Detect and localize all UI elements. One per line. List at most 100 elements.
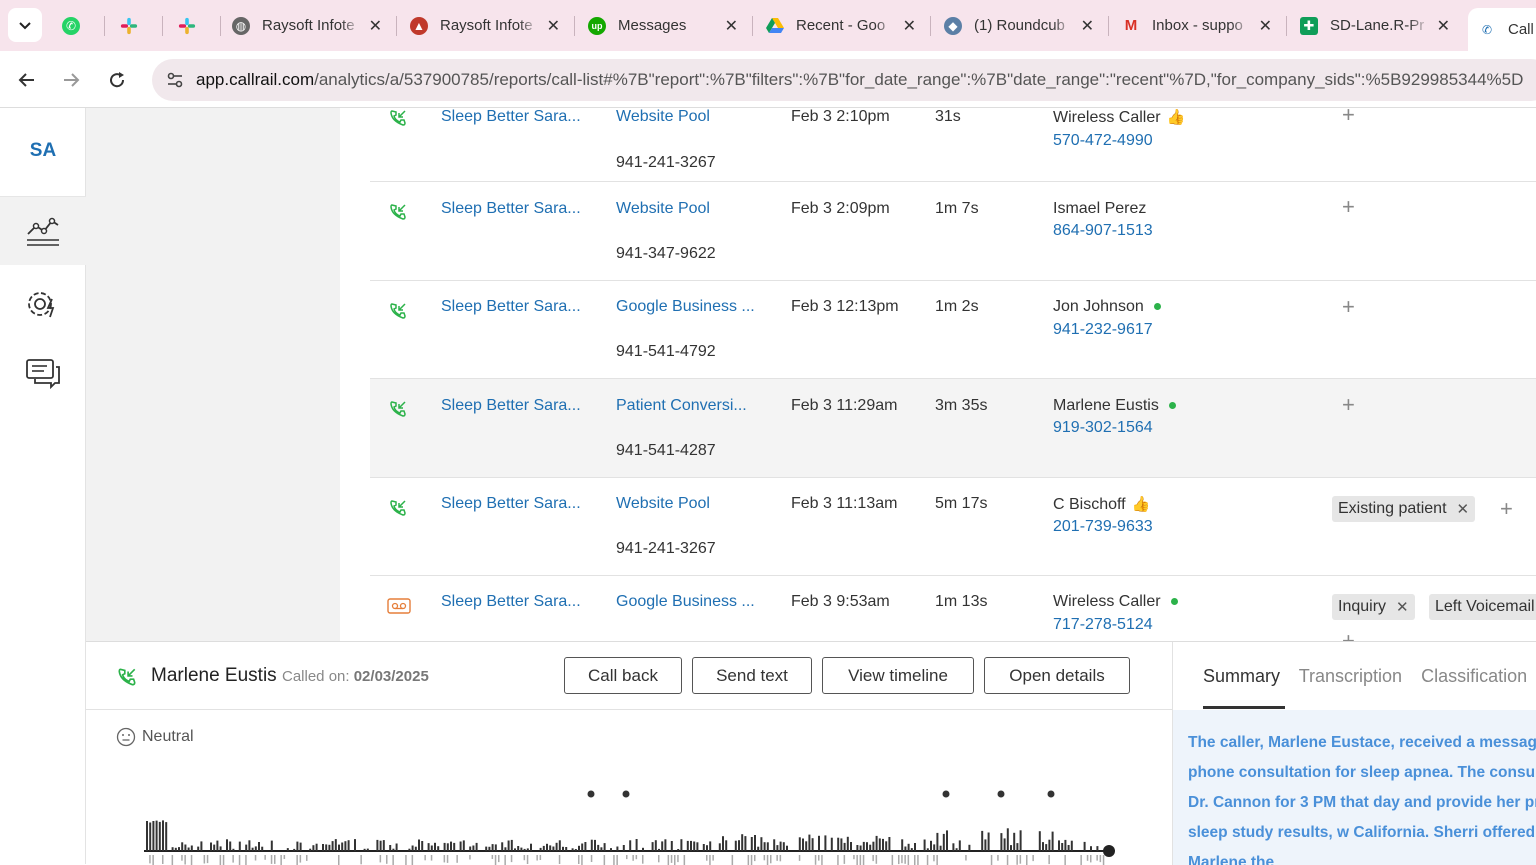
tab-classification[interactable]: Classification: [1421, 666, 1527, 686]
tab-callrail-active[interactable]: ✆ Call: [1468, 8, 1536, 51]
whatsapp-icon: ✆: [62, 16, 80, 35]
status-dot: [1153, 303, 1161, 311]
audio-waveform[interactable]: [144, 777, 1124, 865]
close-icon[interactable]: ✕: [1081, 16, 1094, 36]
view-timeline-button[interactable]: View timeline: [822, 657, 974, 694]
close-icon[interactable]: ✕: [903, 16, 916, 36]
send-text-button[interactable]: Send text: [692, 657, 812, 694]
thumbs-up-icon: 👍: [1131, 496, 1151, 513]
sidebar-item-conversations[interactable]: [0, 339, 86, 407]
table-row[interactable]: Sleep Better Sara... Google Business ...…: [370, 281, 1536, 379]
sidebar-item-analytics[interactable]: [0, 197, 86, 265]
roundcube-icon: ◆: [944, 16, 962, 35]
open-details-button[interactable]: Open details: [984, 657, 1130, 694]
tab-whatsapp[interactable]: ✆: [52, 8, 100, 43]
caller-phone-link[interactable]: 919-302-1564: [1053, 419, 1153, 437]
source-link[interactable]: Website Pool: [616, 108, 710, 126]
sidebar-item-settings[interactable]: [0, 270, 86, 338]
source-link[interactable]: Website Pool: [616, 495, 710, 513]
tab-transcription[interactable]: Transcription: [1299, 666, 1402, 686]
call-duration: 1m 13s: [935, 593, 988, 610]
close-icon[interactable]: ✕: [725, 16, 738, 36]
back-button[interactable]: [12, 65, 42, 95]
tab-slack-1[interactable]: [110, 8, 158, 43]
tracking-number: 941-541-4287: [616, 442, 716, 459]
remove-tag-icon[interactable]: ✕: [1457, 500, 1470, 518]
call-duration: 1m 2s: [935, 298, 979, 315]
tab-slack-2[interactable]: [168, 8, 216, 43]
tab-search-button[interactable]: [8, 8, 42, 42]
remove-tag-icon[interactable]: ✕: [1396, 598, 1409, 616]
reload-button[interactable]: [102, 65, 132, 95]
table-row[interactable]: Sleep Better Sara... Website Pool 941-34…: [370, 182, 1536, 281]
source-link[interactable]: Patient Conversi...: [616, 397, 747, 415]
summary-panel: The caller, Marlene Eustace, received a …: [1173, 710, 1536, 865]
inbound-call-icon: [388, 301, 408, 326]
tab-gmail[interactable]: M Inbox - suppo ✕: [1112, 8, 1282, 43]
company-link[interactable]: Sleep Better Sara...: [441, 200, 581, 218]
source-link[interactable]: Google Business ...: [616, 593, 755, 611]
close-icon[interactable]: ✕: [1259, 16, 1272, 36]
add-tag-button[interactable]: +: [1500, 496, 1513, 522]
source-link[interactable]: Website Pool: [616, 200, 710, 218]
active-tab-underline: [1203, 706, 1285, 709]
company-link[interactable]: Sleep Better Sara...: [441, 108, 581, 126]
caller-phone-link[interactable]: 717-278-5124: [1053, 616, 1153, 634]
account-initials[interactable]: SA: [0, 140, 86, 162]
tab-raysoft-2[interactable]: ▲ Raysoft Infote ✕: [400, 8, 570, 43]
source-link[interactable]: Google Business ...: [616, 298, 755, 316]
globe-icon: ◍: [232, 16, 250, 35]
caller-name: Wireless Caller: [1053, 593, 1178, 611]
call-date: Feb 3 11:29am: [791, 397, 898, 414]
company-link[interactable]: Sleep Better Sara...: [441, 298, 581, 316]
url-text: app.callrail.com/analytics/a/537900785/r…: [196, 70, 1524, 89]
neutral-face-icon: [116, 727, 136, 747]
inbound-call-icon: [388, 202, 408, 227]
call-date: Feb 3 2:09pm: [791, 200, 890, 217]
tab-summary[interactable]: Summary: [1203, 666, 1280, 686]
caller-name: Ismael Perez: [1053, 200, 1147, 217]
analytics-chart-icon: [27, 217, 59, 246]
tag-chip: Inquiry ✕: [1332, 594, 1415, 620]
call-date: Feb 3 2:10pm: [791, 108, 890, 125]
url-bar[interactable]: app.callrail.com/analytics/a/537900785/r…: [152, 59, 1536, 101]
app-sidebar: SA: [0, 108, 86, 864]
slack-icon: [178, 17, 196, 35]
tab-google-drive[interactable]: Recent - Goo ✕: [756, 8, 926, 43]
caller-phone-link[interactable]: 570-472-4990: [1053, 132, 1153, 150]
table-row[interactable]: Sleep Better Sara... Website Pool 941-24…: [370, 108, 1536, 182]
playhead-handle[interactable]: [1103, 845, 1115, 857]
caller-phone-link[interactable]: 864-907-1513: [1053, 222, 1153, 240]
graduation-cap-icon: ▲: [410, 16, 428, 35]
tab-sheets[interactable]: ✚ SD-Lane.R-Pr ✕: [1290, 8, 1460, 43]
summary-text: The caller, Marlene Eustace, received a …: [1188, 734, 1536, 865]
company-link[interactable]: Sleep Better Sara...: [441, 593, 581, 611]
add-tag-button[interactable]: +: [1342, 108, 1355, 128]
table-row[interactable]: Sleep Better Sara... Google Business ...…: [370, 576, 1536, 641]
caller-phone-link[interactable]: 941-232-9617: [1053, 321, 1153, 339]
site-info-icon[interactable]: [162, 67, 188, 93]
player-caller-name: Marlene Eustis: [151, 665, 277, 686]
close-icon[interactable]: ✕: [369, 16, 382, 36]
caller-phone-link[interactable]: 201-739-9633: [1053, 518, 1153, 536]
address-bar-row: app.callrail.com/analytics/a/537900785/r…: [0, 51, 1536, 108]
table-row-selected[interactable]: Sleep Better Sara... Patient Conversi...…: [370, 379, 1536, 478]
add-tag-button[interactable]: +: [1342, 392, 1355, 418]
chat-icon: [26, 359, 60, 389]
close-icon[interactable]: ✕: [547, 16, 560, 36]
call-back-button[interactable]: Call back: [564, 657, 682, 694]
call-date: Feb 3 12:13pm: [791, 298, 899, 315]
caller-name: Wireless Caller 👍: [1053, 109, 1186, 126]
table-row[interactable]: Sleep Better Sara... Website Pool 941-24…: [370, 478, 1536, 576]
tab-messages[interactable]: up Messages ✕: [578, 8, 748, 43]
company-link[interactable]: Sleep Better Sara...: [441, 495, 581, 513]
add-tag-button[interactable]: +: [1342, 628, 1355, 641]
forward-button[interactable]: [56, 65, 86, 95]
tab-roundcube[interactable]: ◆ (1) Roundcub ✕: [934, 8, 1104, 43]
tab-raysoft-1[interactable]: ◍ Raysoft Infote ✕: [222, 8, 392, 43]
call-date: Feb 3 9:53am: [791, 593, 890, 610]
add-tag-button[interactable]: +: [1342, 294, 1355, 320]
add-tag-button[interactable]: +: [1342, 194, 1355, 220]
close-icon[interactable]: ✕: [1437, 16, 1450, 36]
company-link[interactable]: Sleep Better Sara...: [441, 397, 581, 415]
